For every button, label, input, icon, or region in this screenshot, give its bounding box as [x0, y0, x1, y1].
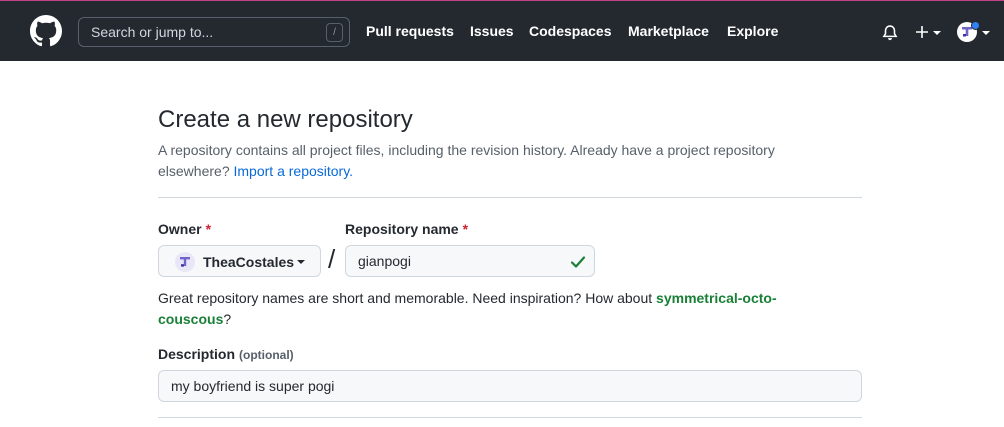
- caret-down-icon: [297, 260, 305, 264]
- owner-select-button[interactable]: TheaCostales: [158, 245, 321, 277]
- check-icon: [570, 256, 586, 268]
- required-mark: *: [205, 221, 212, 237]
- repository-name-label-text: Repository name: [345, 221, 459, 237]
- import-repository-link[interactable]: Import a repository.: [234, 163, 354, 179]
- repository-name-label: Repository name *: [345, 221, 468, 237]
- search-shortcut-key: /: [326, 23, 343, 42]
- owner-label: Owner *: [158, 221, 211, 237]
- user-menu-button[interactable]: [956, 21, 992, 43]
- section-divider: [158, 417, 862, 418]
- global-header: Search or jump to... / Pull requests Iss…: [0, 0, 1004, 61]
- nav-pull-requests[interactable]: Pull requests: [366, 23, 454, 39]
- nav-explore[interactable]: Explore: [727, 23, 778, 39]
- hint-text: Great repository names are short and mem…: [158, 290, 653, 306]
- notification-bell-icon[interactable]: [881, 24, 899, 42]
- github-logo-icon[interactable]: [30, 15, 62, 47]
- owner-avatar: [175, 252, 195, 272]
- search-input[interactable]: Search or jump to... /: [78, 17, 350, 47]
- caret-down-icon: [982, 31, 990, 35]
- hint-end: ?: [223, 311, 232, 327]
- description-input[interactable]: [158, 370, 862, 402]
- page-title: Create a new repository: [158, 106, 413, 133]
- caret-down-icon: [933, 31, 941, 35]
- repository-name-hint: Great repository names are short and mem…: [158, 288, 838, 330]
- page-description: A repository contains all project files,…: [158, 140, 848, 182]
- nav-codespaces[interactable]: Codespaces: [529, 23, 611, 39]
- notification-dot: [971, 21, 980, 30]
- owner-label-text: Owner: [158, 221, 202, 237]
- owner-name: TheaCostales: [203, 254, 295, 270]
- repository-name-input[interactable]: [345, 245, 595, 277]
- required-mark: *: [462, 221, 469, 237]
- search-placeholder: Search or jump to...: [91, 24, 214, 40]
- section-divider: [158, 197, 862, 198]
- description-label-text: Description: [158, 346, 236, 362]
- optional-note: (optional): [239, 348, 294, 362]
- plus-icon: [916, 26, 928, 38]
- create-new-button[interactable]: [914, 23, 944, 41]
- nav-marketplace[interactable]: Marketplace: [628, 23, 709, 39]
- description-label: Description (optional): [158, 346, 294, 362]
- owner-repo-separator: /: [328, 244, 336, 274]
- nav-issues[interactable]: Issues: [470, 23, 514, 39]
